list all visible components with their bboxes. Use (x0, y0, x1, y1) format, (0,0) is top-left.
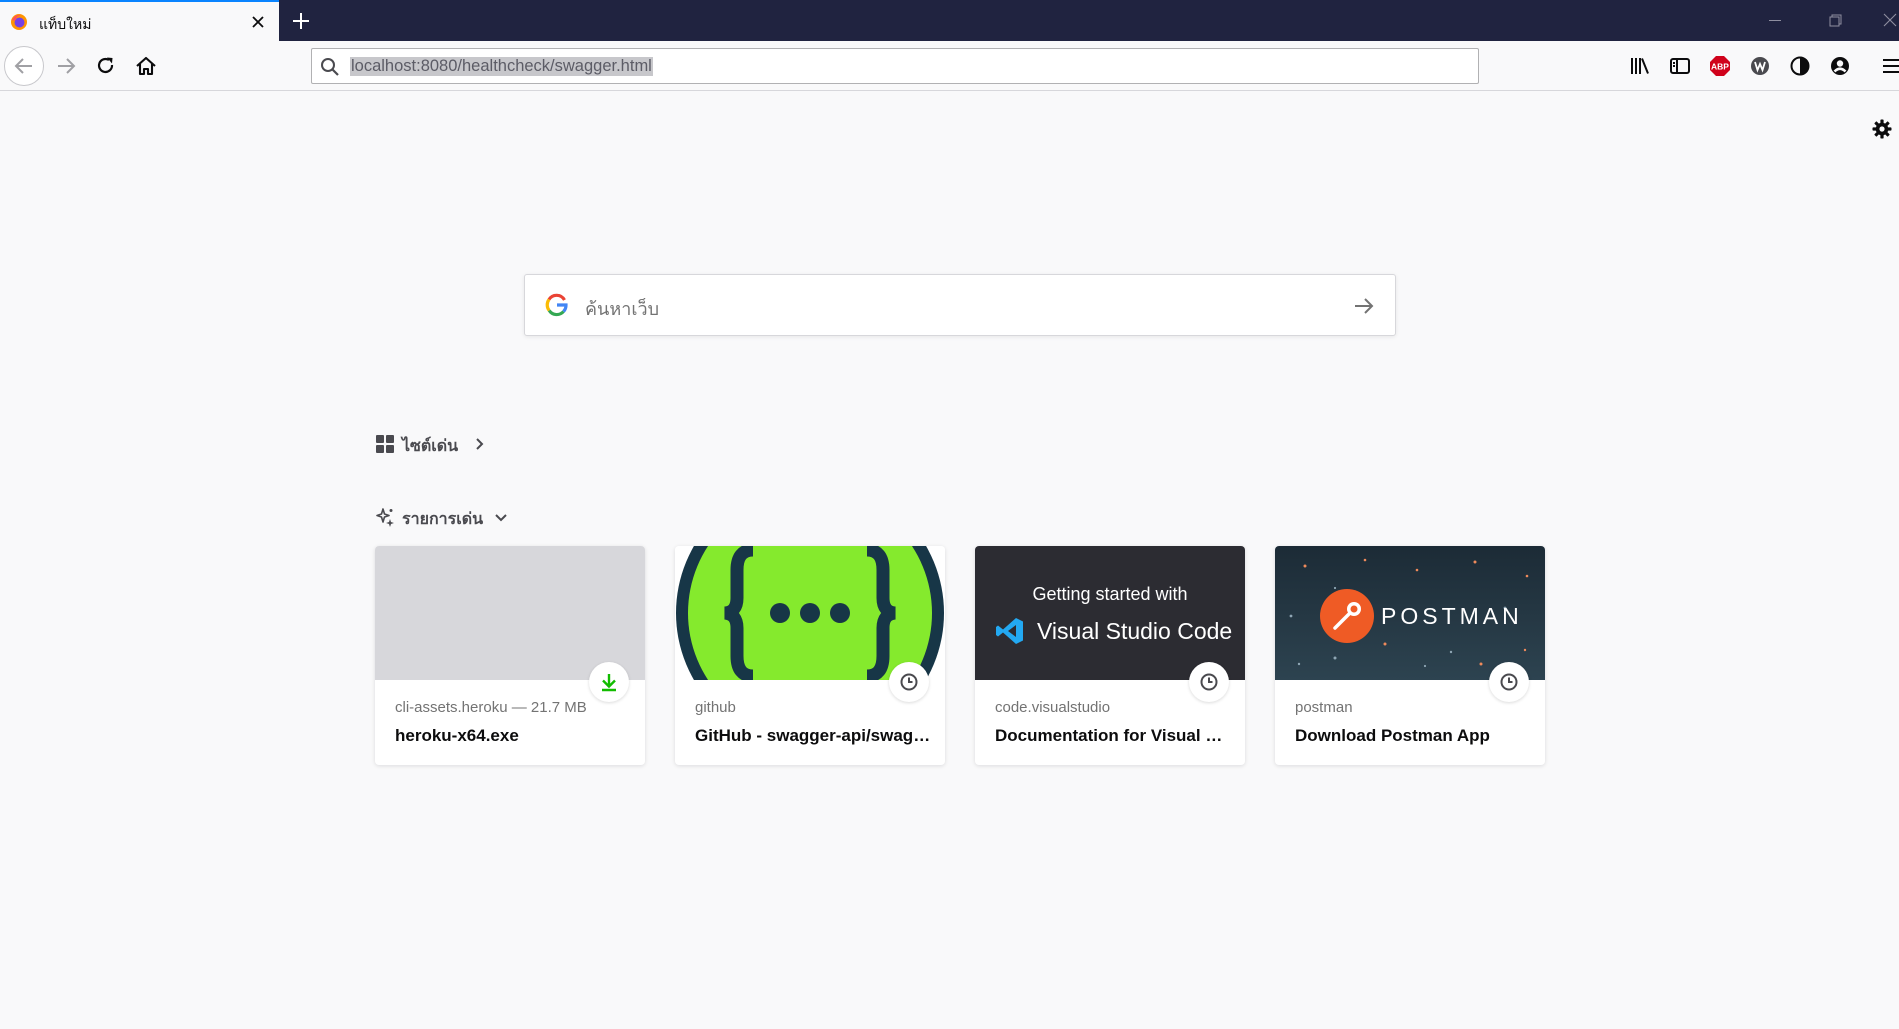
highlight-card[interactable]: POSTMAN postman Download Postman App (1275, 546, 1545, 765)
restore-window-icon[interactable] (1810, 0, 1860, 41)
card-thumbnail: POSTMAN (1275, 546, 1545, 680)
home-button[interactable] (126, 46, 166, 86)
thumbnail-title: Visual Studio Code (1037, 618, 1233, 644)
tab-title: แท็บใหม่ (39, 16, 92, 32)
download-icon (602, 674, 616, 692)
gear-icon[interactable] (1870, 117, 1894, 141)
url-bar[interactable]: localhost:8080/healthcheck/swagger.html (311, 48, 1479, 84)
sidebar-button[interactable] (1663, 49, 1697, 83)
topsites-grid-icon (376, 435, 394, 453)
tab-strip: แท็บใหม่ (0, 0, 1899, 41)
forward-button[interactable] (46, 46, 86, 86)
web-search-box[interactable]: ค้นหาเว็บ (524, 274, 1396, 336)
menu-button[interactable] (1874, 49, 1899, 83)
history-clock-icon (900, 673, 918, 691)
home-icon (136, 56, 156, 76)
card-badge (889, 662, 929, 702)
navigation-toolbar: localhost:8080/healthcheck/swagger.html … (0, 41, 1899, 91)
tab-new-tab[interactable]: แท็บใหม่ (0, 0, 279, 41)
svg-text:ABP: ABP (1711, 62, 1729, 72)
highlight-card[interactable]: Getting started with Visual Studio Code … (975, 546, 1245, 765)
card-title: Documentation for Visual Studio Code (995, 726, 1233, 745)
google-logo-icon (545, 293, 568, 317)
wappalyzer-button[interactable] (1743, 49, 1777, 83)
reload-button[interactable] (86, 46, 126, 86)
adblock-plus-button[interactable]: ABP (1703, 49, 1737, 83)
new-tab-plus-icon[interactable] (288, 8, 314, 34)
minimize-window-icon[interactable] (1750, 0, 1800, 41)
card-host: github (695, 699, 736, 716)
library-icon (1631, 58, 1649, 74)
topsites-label: ไซต์เด่น (402, 438, 459, 455)
card-title: Download Postman App (1295, 726, 1490, 745)
swagger-logo-icon (676, 546, 944, 680)
account-button[interactable] (1823, 49, 1857, 83)
vscode-logo-icon (996, 618, 1023, 644)
highlight-card[interactable]: github GitHub - swagger-api/swagger-ui: … (675, 546, 945, 765)
highlights-sparkle-icon (376, 508, 394, 527)
card-badge (1189, 662, 1229, 702)
card-host: postman (1295, 699, 1353, 716)
forward-arrow-icon (58, 58, 76, 74)
back-arrow-icon (14, 58, 32, 74)
close-tab-icon[interactable] (248, 12, 268, 32)
card-badge (589, 662, 629, 702)
firefox-logo-icon (11, 14, 27, 30)
privacy-extension-button[interactable] (1783, 49, 1817, 83)
card-host: cli-assets.heroku — 21.7 MB (395, 699, 587, 716)
url-text[interactable]: localhost:8080/healthcheck/swagger.html (350, 57, 653, 76)
shield-icon (1790, 56, 1810, 76)
card-thumbnail (375, 546, 645, 680)
highlights-section-header[interactable]: รายการเด่น (375, 505, 515, 529)
chevron-right-icon (476, 438, 484, 450)
card-title: GitHub - swagger-api/swagger-ui: Swagger… (695, 726, 933, 745)
postman-logo-icon (1320, 589, 1374, 643)
card-thumbnail (675, 546, 945, 680)
adblock-plus-icon: ABP (1710, 56, 1730, 76)
search-icon (321, 58, 339, 76)
postman-wordmark: POSTMAN (1381, 603, 1523, 629)
highlight-card[interactable]: cli-assets.heroku — 21.7 MB heroku-x64.e… (375, 546, 645, 765)
history-clock-icon (1500, 673, 1518, 691)
library-button[interactable] (1623, 49, 1657, 83)
chevron-down-icon (495, 514, 507, 522)
history-clock-icon (1200, 673, 1218, 691)
highlights-label: รายการเด่น (402, 511, 484, 528)
card-badge (1489, 662, 1529, 702)
card-thumbnail: Getting started with Visual Studio Code (975, 546, 1245, 680)
topsites-section-header[interactable]: ไซต์เด่น (375, 432, 495, 456)
card-title: heroku-x64.exe (395, 726, 519, 745)
card-host: code.visualstudio (995, 699, 1111, 716)
search-placeholder: ค้นหาเว็บ (585, 299, 660, 319)
search-submit-arrow-icon[interactable] (1351, 293, 1377, 319)
hamburger-menu-icon (1883, 59, 1899, 73)
account-avatar-icon (1831, 57, 1849, 75)
close-window-icon[interactable] (1870, 0, 1899, 41)
sidebar-icon (1670, 58, 1690, 74)
reload-icon (97, 57, 114, 74)
wappalyzer-icon (1751, 57, 1769, 75)
back-button[interactable] (4, 46, 44, 86)
thumbnail-caption: Getting started with (1032, 584, 1188, 604)
